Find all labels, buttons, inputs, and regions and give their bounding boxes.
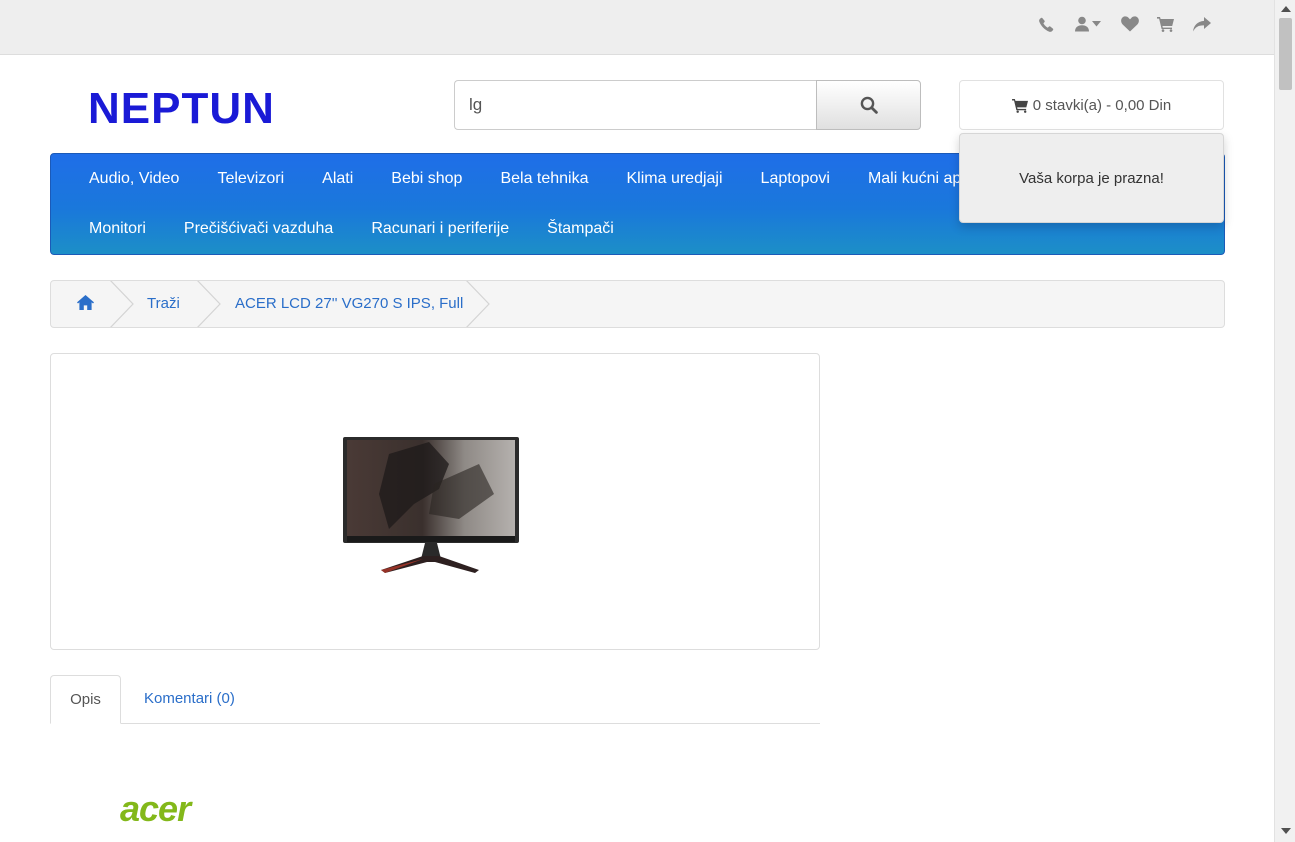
scroll-down-arrow[interactable] bbox=[1281, 828, 1291, 834]
search-bar bbox=[454, 80, 921, 130]
menu-item-bebi-shop[interactable]: Bebi shop bbox=[372, 154, 481, 204]
share-icon[interactable] bbox=[1192, 14, 1212, 34]
menu-item-bela-tehnika[interactable]: Bela tehnika bbox=[481, 154, 607, 204]
menu-row: Audio, Video Televizori Alati Bebi shop … bbox=[51, 154, 995, 204]
menu-item-laptopovi[interactable]: Laptopovi bbox=[742, 154, 849, 204]
caret-down-icon bbox=[1092, 21, 1101, 27]
breadcrumb-home[interactable] bbox=[77, 281, 94, 327]
product-tabs: Opis Komentari (0) bbox=[50, 675, 820, 724]
search-button[interactable] bbox=[816, 80, 921, 130]
product-image[interactable] bbox=[319, 394, 559, 594]
scroll-thumb[interactable] bbox=[1279, 18, 1292, 90]
vertical-scrollbar[interactable] bbox=[1274, 0, 1295, 842]
search-input[interactable] bbox=[454, 80, 816, 130]
breadcrumb-item-trazi[interactable]: Traži bbox=[147, 281, 180, 327]
phone-icon[interactable] bbox=[1036, 14, 1056, 34]
breadcrumb-separator bbox=[197, 281, 221, 327]
menu-item-televizori[interactable]: Televizori bbox=[198, 154, 303, 204]
breadcrumb-separator bbox=[110, 281, 134, 327]
breadcrumb: Traži ACER LCD 27'' VG270 S IPS, Full bbox=[50, 280, 1225, 328]
scroll-up-arrow[interactable] bbox=[1281, 6, 1291, 12]
top-utility-bar bbox=[0, 0, 1274, 55]
cart-button[interactable]: 0 stavki(a) - 0,00 Din bbox=[959, 80, 1224, 130]
top-icons bbox=[1036, 14, 1212, 34]
menu-row: Monitori Prečišćivači vazduha Racunari i… bbox=[51, 204, 633, 254]
product-image-panel[interactable] bbox=[50, 353, 820, 650]
breadcrumb-separator bbox=[466, 281, 490, 327]
cart-empty-message: Vaša korpa je prazna! bbox=[1019, 169, 1164, 187]
user-icon[interactable] bbox=[1072, 14, 1104, 34]
menu-item-monitori[interactable]: Monitori bbox=[51, 204, 165, 254]
tab-komentari[interactable]: Komentari (0) bbox=[144, 675, 235, 724]
heart-icon[interactable] bbox=[1120, 14, 1140, 34]
cart-icon[interactable] bbox=[1156, 14, 1176, 34]
svg-text:acer: acer bbox=[120, 790, 193, 829]
home-icon bbox=[77, 295, 94, 310]
menu-item-racunari-i-periferije[interactable]: Racunari i periferije bbox=[352, 204, 528, 254]
menu-item-alati[interactable]: Alati bbox=[303, 154, 372, 204]
acer-brand-logo: acer bbox=[120, 790, 194, 829]
breadcrumb-item-product[interactable]: ACER LCD 27'' VG270 S IPS, Full bbox=[235, 281, 463, 327]
cart-icon bbox=[1011, 98, 1028, 113]
cart-summary: 0 stavki(a) - 0,00 Din bbox=[1032, 96, 1172, 114]
search-icon bbox=[860, 96, 878, 114]
menu-item-stampaci[interactable]: Štampači bbox=[528, 204, 633, 254]
site-logo[interactable]: NEPTUN bbox=[88, 84, 275, 134]
menu-item-klima-uredjaji[interactable]: Klima uredjaji bbox=[608, 154, 742, 204]
menu-item-audio-video[interactable]: Audio, Video bbox=[51, 154, 198, 204]
tab-opis[interactable]: Opis bbox=[50, 675, 121, 724]
cart-dropdown: Vaša korpa je prazna! bbox=[959, 133, 1224, 223]
menu-item-preciscivaci-vazduha[interactable]: Prečišćivači vazduha bbox=[165, 204, 352, 254]
